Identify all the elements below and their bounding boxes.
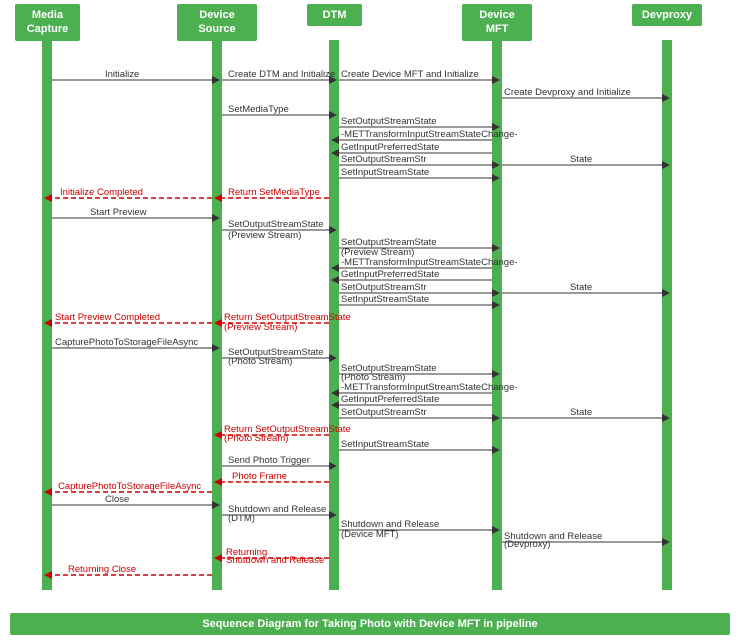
svg-text:Initialize: Initialize — [105, 69, 139, 80]
svg-text:Start Preview: Start Preview — [90, 207, 147, 218]
svg-text:Shutdown and Release: Shutdown and Release — [228, 504, 326, 515]
svg-text:Create Device MFT and Initiali: Create Device MFT and Initialize — [341, 69, 479, 80]
svg-text:SetInputStreamState: SetInputStreamState — [341, 439, 429, 450]
svg-text:SetOutputStreamStr: SetOutputStreamStr — [341, 282, 427, 293]
svg-text:Create Devproxy and Initialize: Create Devproxy and Initialize — [504, 87, 631, 98]
svg-text:Return SetOutputStreamState: Return SetOutputStreamState — [224, 312, 351, 323]
svg-text:(DTM): (DTM) — [228, 513, 255, 524]
svg-text:State: State — [570, 282, 592, 293]
svg-text:Close: Close — [105, 494, 129, 505]
svg-text:Returning: Returning — [226, 547, 267, 558]
svg-text:SetInputStreamState: SetInputStreamState — [341, 167, 429, 178]
lifeline-device-source: Device Source — [177, 4, 257, 41]
svg-text:CapturePhotoToStorageFileAsync: CapturePhotoToStorageFileAsync — [55, 337, 198, 348]
svg-text:(Photo Stream): (Photo Stream) — [224, 433, 288, 444]
svg-text:SetOutputStreamState: SetOutputStreamState — [341, 363, 437, 374]
svg-text:Return SetMediaType: Return SetMediaType — [228, 187, 320, 198]
caption-bar: Sequence Diagram for Taking Photo with D… — [10, 613, 730, 635]
svg-text:SetOutputStreamState: SetOutputStreamState — [228, 347, 324, 358]
svg-text:-METTransformInputStreamStateC: -METTransformInputStreamStateChange- — [341, 382, 518, 393]
svg-text:Send Photo Trigger: Send Photo Trigger — [228, 455, 310, 466]
svg-text:Shutdown and Release: Shutdown and Release — [504, 531, 602, 542]
lifeline-devproxy: Devproxy — [632, 4, 702, 26]
svg-text:(Photo Stream): (Photo Stream) — [228, 356, 292, 367]
svg-text:GetInputPreferredState: GetInputPreferredState — [341, 142, 439, 153]
svg-text:Shutdown and Release: Shutdown and Release — [226, 555, 324, 566]
svg-text:SetInputStreamState: SetInputStreamState — [341, 294, 429, 305]
svg-text:Shutdown and Release: Shutdown and Release — [341, 519, 439, 530]
svg-text:Initialize Completed: Initialize Completed — [60, 187, 143, 198]
svg-text:Return SetOutputStreamState: Return SetOutputStreamState — [224, 424, 351, 435]
lifeline-device-mft: Device MFT — [462, 4, 532, 41]
svg-text:CapturePhotoToStorageFileAsync: CapturePhotoToStorageFileAsync — [58, 481, 201, 492]
svg-text:SetMediaType: SetMediaType — [228, 104, 289, 115]
lifeline-media-capture: Media Capture — [15, 4, 80, 41]
svg-text:SetOutputStreamState: SetOutputStreamState — [341, 237, 437, 248]
svg-text:SetOutputStreamState: SetOutputStreamState — [341, 116, 437, 127]
svg-text:Start Preview Completed: Start Preview Completed — [55, 312, 160, 323]
svg-text:State: State — [570, 407, 592, 418]
svg-text:GetInputPreferredState: GetInputPreferredState — [341, 394, 439, 405]
diagram-container: Initialize Create DTM and Initialize Cre… — [0, 0, 740, 643]
svg-text:(Device MFT): (Device MFT) — [341, 529, 399, 540]
svg-text:-METTransformInputStreamStateC: -METTransformInputStreamStateChange- — [341, 257, 518, 268]
svg-text:Create DTM and Initialize: Create DTM and Initialize — [228, 69, 335, 80]
lifeline-dtm: DTM — [307, 4, 362, 26]
svg-text:-METTransformInputStreamStateC: -METTransformInputStreamStateChange- — [341, 129, 518, 140]
svg-text:State: State — [570, 154, 592, 165]
svg-text:Returning Close: Returning Close — [68, 564, 136, 575]
svg-text:GetInputPreferredState: GetInputPreferredState — [341, 269, 439, 280]
svg-text:(Photo Stream): (Photo Stream) — [341, 372, 405, 383]
svg-text:SetOutputStreamState: SetOutputStreamState — [228, 219, 324, 230]
svg-text:SetOutputStreamStr: SetOutputStreamStr — [341, 154, 427, 165]
svg-text:(Preview Stream): (Preview Stream) — [224, 322, 297, 333]
arrows-svg: Initialize Create DTM and Initialize Cre… — [0, 0, 740, 620]
svg-text:(Preview Stream): (Preview Stream) — [228, 230, 301, 241]
svg-text:SetOutputStreamStr: SetOutputStreamStr — [341, 407, 427, 418]
svg-text:Photo Frame: Photo Frame — [232, 471, 287, 482]
svg-text:(Preview Stream): (Preview Stream) — [341, 247, 414, 258]
svg-text:(Devproxy): (Devproxy) — [504, 539, 550, 550]
